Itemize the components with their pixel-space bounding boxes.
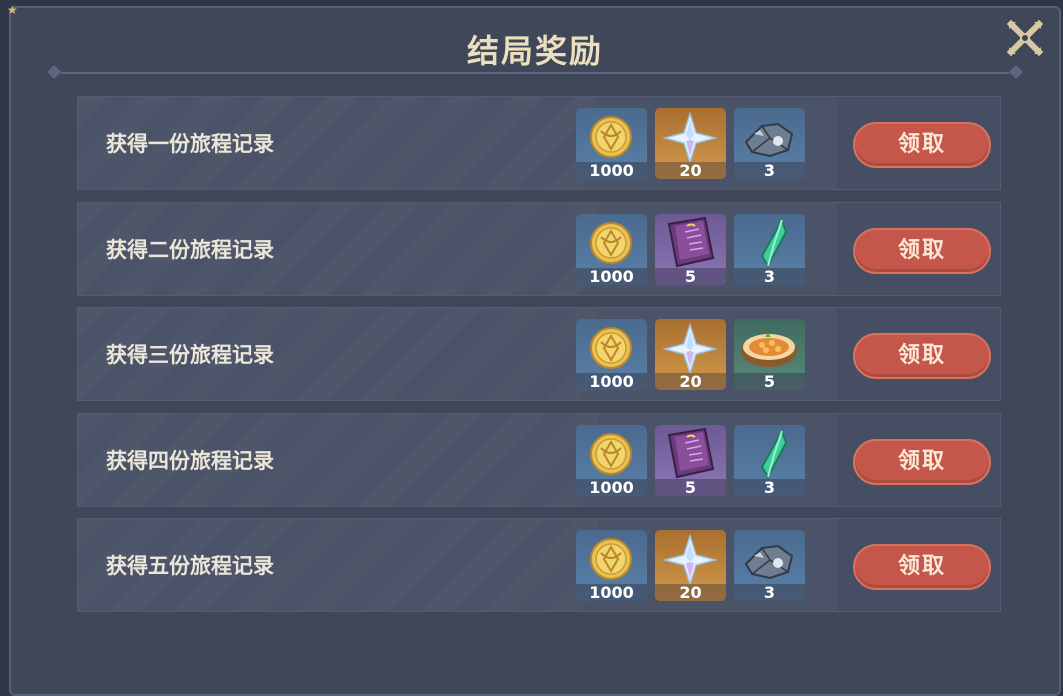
ore-icon: [734, 530, 805, 585]
reward-item-quantity: 3: [734, 584, 805, 601]
reward-item[interactable]: 1000: [576, 108, 647, 179]
claim-button[interactable]: 领取: [853, 438, 991, 485]
reward-item[interactable]: 5: [655, 213, 726, 285]
mora-coin-icon: [576, 530, 647, 585]
mora-coin-icon: [576, 319, 647, 374]
reward-row-5: 获得五份旅程记录 1000 20 3 领取: [77, 518, 1001, 612]
reward-item-quantity: 1000: [576, 162, 647, 179]
primogem-icon: [655, 108, 726, 165]
reward-row-4: 获得四份旅程记录 1000 5 3 领取: [77, 412, 1001, 507]
food-dish-icon: [734, 319, 805, 374]
reward-row-2: 获得二份旅程记录 1000 5 3 领取: [77, 201, 1001, 296]
reward-row-label: 获得二份旅程记录: [106, 237, 274, 262]
dialog-title: 结局奖励: [466, 32, 603, 70]
ore-icon: [734, 108, 805, 163]
title-divider: [41, 64, 1029, 80]
reward-item-quantity: 1000: [576, 584, 647, 601]
reward-item[interactable]: 1000: [576, 530, 647, 601]
reward-item[interactable]: 3: [734, 424, 805, 496]
reward-item[interactable]: 20: [655, 108, 726, 179]
reward-item[interactable]: 3: [734, 213, 805, 285]
reward-item-quantity: 1000: [576, 267, 647, 285]
reward-item[interactable]: 5: [734, 319, 805, 390]
reward-item[interactable]: 1000: [576, 424, 647, 496]
mora-coin-icon: [576, 214, 647, 269]
exp-book-icon: [655, 425, 726, 480]
claim-button[interactable]: 领取: [853, 227, 991, 274]
claim-button[interactable]: 领取: [853, 333, 991, 379]
mora-coin-icon: [576, 425, 647, 480]
reward-item-quantity: 5: [655, 478, 726, 496]
reward-row-label: 获得三份旅程记录: [106, 343, 274, 367]
reward-item-quantity: 1000: [576, 478, 647, 496]
claim-button[interactable]: 领取: [853, 544, 991, 590]
reward-item[interactable]: 5: [655, 424, 726, 496]
reward-row-label: 获得一份旅程记录: [106, 132, 274, 156]
reward-item-quantity: 3: [734, 267, 805, 285]
corner-star-icon: ★: [7, 3, 18, 17]
claim-button[interactable]: 领取: [853, 122, 991, 168]
reward-list: 获得一份旅程记录 1000 20 3 领取 获得二份旅程记录 1000 5 3 …: [77, 96, 1001, 624]
crystal-icon: [734, 425, 805, 480]
reward-item-quantity: 5: [734, 373, 805, 390]
reward-item-quantity: 20: [655, 584, 726, 601]
reward-dialog: ★ 结局奖励 获得一份旅程记录 1000 20 3 领取 获得二份旅程记录 10…: [7, 3, 1061, 696]
primogem-icon: [655, 530, 726, 587]
exp-book-icon: [655, 214, 726, 269]
reward-item[interactable]: 3: [734, 530, 805, 601]
reward-item-quantity: 5: [655, 267, 726, 285]
reward-item[interactable]: 20: [655, 530, 726, 601]
reward-item-quantity: 1000: [576, 373, 647, 390]
close-icon: [1006, 19, 1044, 57]
reward-row-1: 获得一份旅程记录 1000 20 3 领取: [77, 96, 1001, 190]
reward-item[interactable]: 3: [734, 108, 805, 179]
close-button[interactable]: [1006, 19, 1044, 57]
reward-item[interactable]: 1000: [576, 213, 647, 285]
reward-item[interactable]: 1000: [576, 319, 647, 390]
reward-row-label: 获得五份旅程记录: [106, 554, 274, 578]
reward-item[interactable]: 20: [655, 319, 726, 390]
reward-item-quantity: 3: [734, 162, 805, 179]
mora-coin-icon: [576, 108, 647, 163]
reward-row-label: 获得四份旅程记录: [106, 448, 274, 473]
primogem-icon: [655, 319, 726, 376]
reward-item-quantity: 3: [734, 478, 805, 496]
divider-line: [61, 72, 1009, 74]
crystal-icon: [734, 214, 805, 269]
reward-row-3: 获得三份旅程记录 1000 20 5 领取: [77, 307, 1001, 401]
reward-item-quantity: 20: [655, 162, 726, 179]
reward-item-quantity: 20: [655, 373, 726, 390]
